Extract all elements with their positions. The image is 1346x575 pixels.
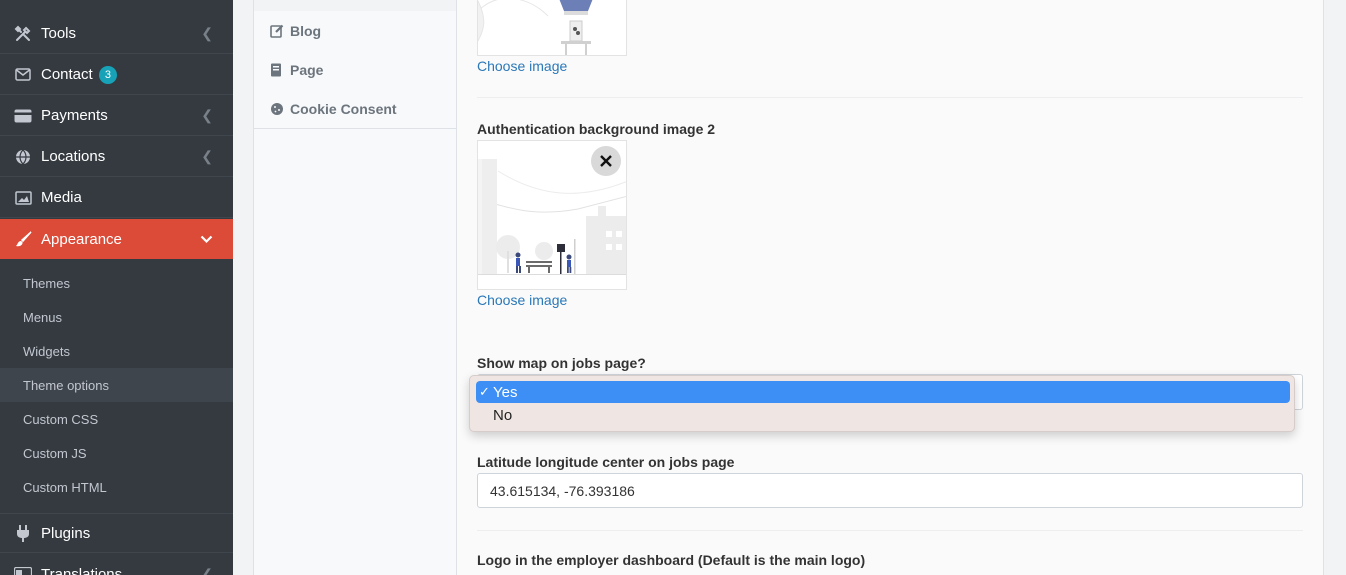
chevron-left-icon: ❮ xyxy=(201,565,213,575)
sidebar-item-label: Contact xyxy=(41,65,93,83)
sidebar-item-payments[interactable]: Payments ❮ xyxy=(0,96,233,136)
globe-icon xyxy=(14,148,32,166)
cookie-icon xyxy=(270,102,284,116)
choose-image-link-2[interactable]: Choose image xyxy=(477,292,567,308)
theme-options-menu: Blog Page Cookie Consent xyxy=(253,0,457,575)
show-map-dropdown: ✓ Yes No xyxy=(469,375,1295,432)
chevron-left-icon: ❮ xyxy=(201,107,213,123)
theme-options-tabs: Blog Page Cookie Consent xyxy=(254,11,456,129)
settings-form: Choose image Authentication background i… xyxy=(457,0,1324,575)
latlng-label: Latitude longitude center on jobs page xyxy=(477,454,735,470)
tools-icon xyxy=(14,25,32,43)
employer-logo-label: Logo in the employer dashboard (Default … xyxy=(477,552,866,568)
submenu-custom-css[interactable]: Custom CSS xyxy=(0,402,233,436)
book-icon xyxy=(270,63,284,77)
sidebar-item-label: Payments xyxy=(41,107,108,124)
sidebar-item-label: Locations xyxy=(41,148,106,165)
choose-image-link-1[interactable]: Choose image xyxy=(477,58,567,74)
edit-icon xyxy=(270,24,284,38)
sidebar-item-label: Appearance xyxy=(41,230,122,248)
sidebar-item-translations[interactable]: Translations ❮ xyxy=(0,554,233,575)
show-map-label: Show map on jobs page? xyxy=(477,355,646,371)
latlng-input[interactable]: 43.615134, -76.393186 xyxy=(477,473,1303,508)
tab-label: Blog xyxy=(290,22,322,39)
sidebar-item-label: Translations xyxy=(41,565,123,575)
submenu-themes[interactable]: Themes xyxy=(0,266,233,300)
option-label: No xyxy=(493,406,513,424)
auth-bg-image-2-label: Authentication background image 2 xyxy=(477,121,716,137)
sidebar-item-media[interactable]: Media xyxy=(0,178,233,218)
submenu-menus[interactable]: Menus xyxy=(0,300,233,334)
contact-count-badge: 3 xyxy=(98,65,117,84)
tab-blog[interactable]: Blog xyxy=(254,11,456,50)
submenu-theme-options[interactable]: Theme options xyxy=(0,368,233,402)
chevron-left-icon: ❮ xyxy=(201,148,213,164)
sidebar-item-label: Media xyxy=(41,189,82,206)
checkmark-icon: ✓ xyxy=(479,384,490,399)
language-icon xyxy=(14,565,32,575)
tab-cookie-consent[interactable]: Cookie Consent xyxy=(254,89,456,128)
tab-label: Cookie Consent xyxy=(290,100,397,117)
tab-label: Page xyxy=(290,61,324,78)
tab-page[interactable]: Page xyxy=(254,50,456,89)
sidebar-item-plugins[interactable]: Plugins xyxy=(0,513,233,553)
plug-icon xyxy=(14,524,32,542)
sidebar-item-appearance[interactable]: Appearance xyxy=(0,219,233,259)
sidebar-item-label: Plugins xyxy=(41,524,91,542)
paintbrush-icon xyxy=(14,230,32,248)
remove-image-button[interactable] xyxy=(591,146,621,176)
option-label: Yes xyxy=(493,383,518,401)
chevron-left-icon: ❮ xyxy=(201,25,213,41)
envelope-icon xyxy=(14,66,32,84)
credit-card-icon xyxy=(14,107,32,125)
option-no[interactable]: No xyxy=(476,404,1290,426)
sidebar-item-label: Tools xyxy=(41,25,77,42)
close-icon xyxy=(600,155,612,167)
sidebar-item-contact[interactable]: Contact 3 xyxy=(0,55,233,95)
submenu-widgets[interactable]: Widgets xyxy=(0,334,233,368)
option-yes[interactable]: ✓ Yes xyxy=(476,381,1290,403)
admin-sidebar: Tools ❮ Contact 3 Payments ❮ Locations ❮… xyxy=(0,0,233,575)
chevron-down-icon xyxy=(200,231,213,247)
auth-bg-image-1-preview xyxy=(477,0,627,56)
submenu-custom-js[interactable]: Custom JS xyxy=(0,436,233,470)
sidebar-item-locations[interactable]: Locations ❮ xyxy=(0,137,233,177)
submenu-custom-html[interactable]: Custom HTML xyxy=(0,470,233,504)
sidebar-item-tools[interactable]: Tools ❮ xyxy=(0,14,233,54)
image-icon xyxy=(14,189,32,207)
